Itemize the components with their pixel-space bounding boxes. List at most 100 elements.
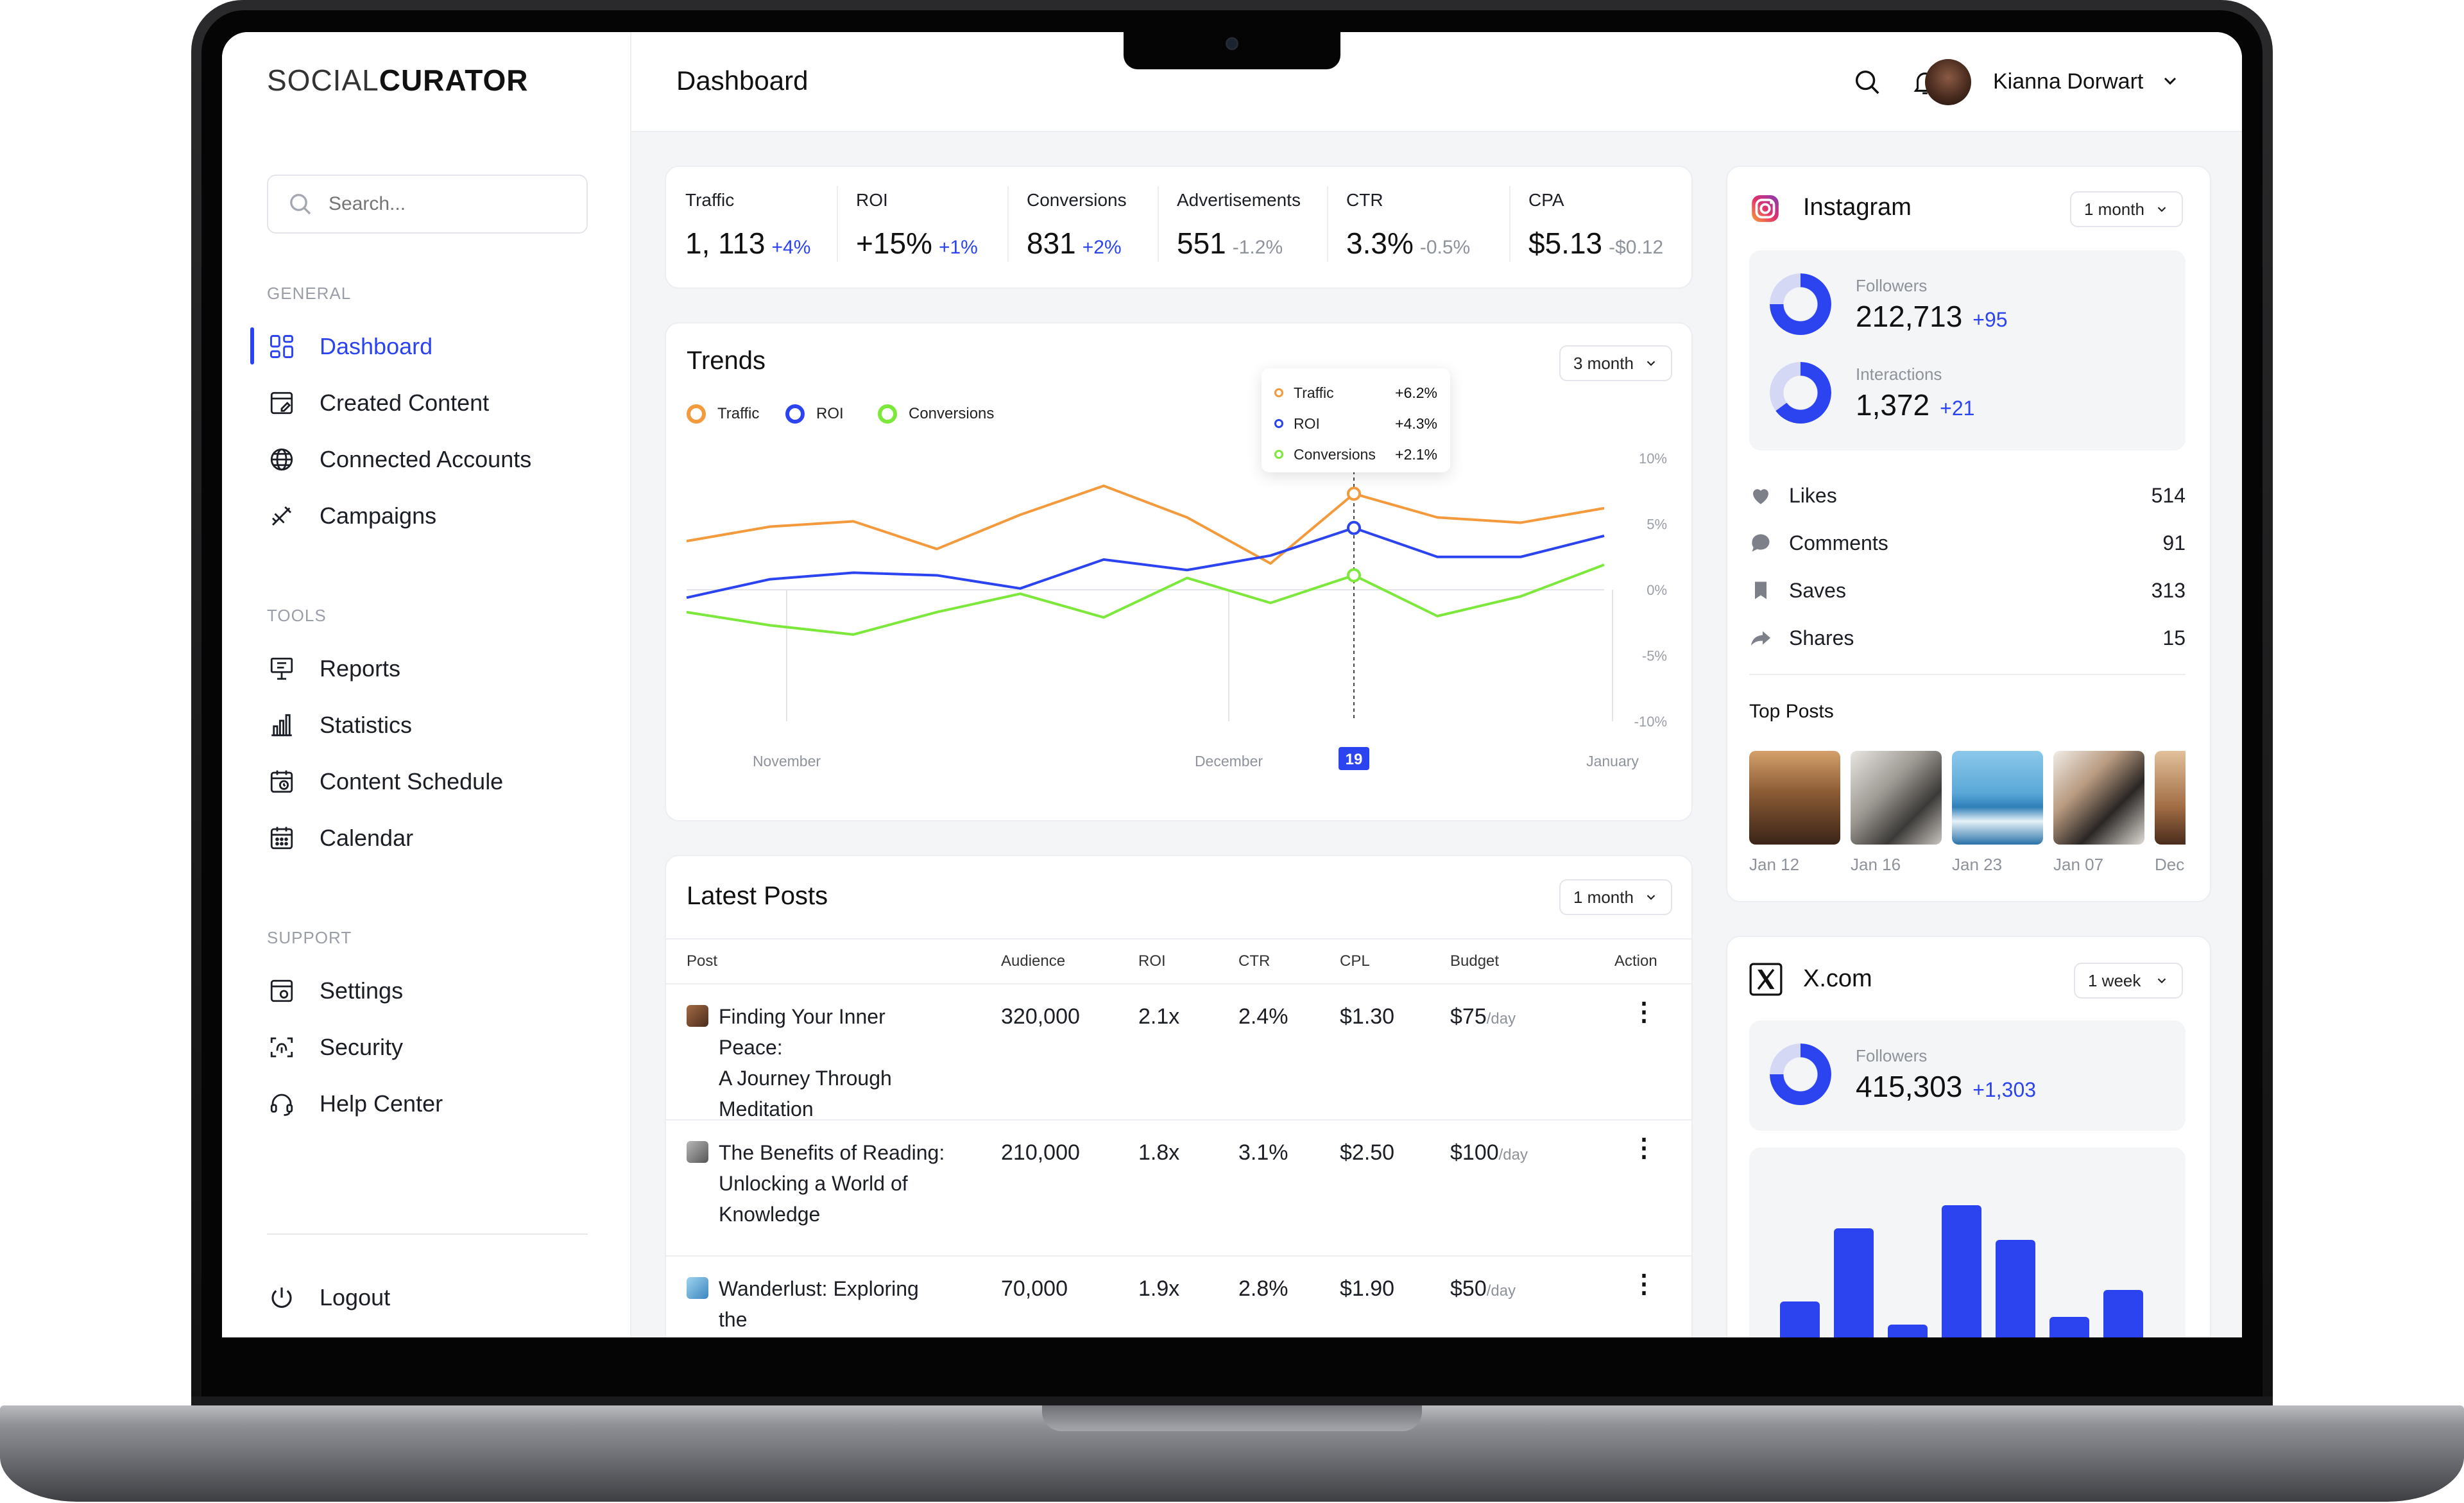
bookmark-icon xyxy=(1755,581,1767,599)
search-icon xyxy=(290,194,311,215)
y-tick-label: 5% xyxy=(1647,517,1667,533)
post-title[interactable]: Wanderlust: Exploring the World Within xyxy=(719,1273,950,1337)
xcom-bar-chart xyxy=(1749,1147,2186,1337)
globe-icon xyxy=(267,445,296,474)
avatar[interactable] xyxy=(1925,59,1971,105)
more-options-icon[interactable]: ⋮ xyxy=(1631,997,1657,1027)
top-post-thumbnail[interactable] xyxy=(1851,751,1942,845)
search-box[interactable] xyxy=(267,175,588,234)
tooltip-label: Conversions xyxy=(1294,445,1376,463)
active-indicator xyxy=(250,327,254,365)
tooltip-row-roi: ROI +4.3% xyxy=(1274,408,1437,439)
sidebar-item-reports[interactable]: Reports xyxy=(267,649,400,688)
row-divider xyxy=(666,1255,1691,1257)
sidebar-item-created-content[interactable]: Created Content xyxy=(267,384,489,422)
sidebar-item-content-schedule[interactable]: Content Schedule xyxy=(267,762,503,801)
column-audience[interactable]: Audience xyxy=(1001,952,1065,970)
followers-label: Followers xyxy=(1856,1046,1928,1065)
series-line-traffic xyxy=(686,485,1605,565)
post-title[interactable]: Finding Your Inner Peace: A Journey Throu… xyxy=(719,1001,950,1124)
column-ctr[interactable]: CTR xyxy=(1238,952,1270,970)
chevron-down-icon[interactable] xyxy=(2160,71,2180,91)
kpi-label: Advertisements xyxy=(1177,190,1301,210)
sidebar-item-settings[interactable]: Settings xyxy=(267,972,403,1010)
bar[interactable] xyxy=(1834,1228,1874,1337)
schedule-icon xyxy=(267,767,296,796)
top-post-thumbnail[interactable] xyxy=(1749,751,1840,845)
top-post-thumbnail[interactable] xyxy=(2053,751,2144,845)
fingerprint-icon xyxy=(267,1033,296,1062)
kpi-number: 3.3% xyxy=(1346,227,1414,260)
bar[interactable] xyxy=(1780,1301,1820,1337)
kpi-advertisements[interactable]: Advertisements 551 -1.2% xyxy=(1177,190,1301,261)
sidebar-item-label: Calendar xyxy=(320,825,414,851)
bar[interactable] xyxy=(1942,1205,1981,1337)
post-title-line: Knowledge xyxy=(719,1203,821,1226)
logout-button[interactable]: Logout xyxy=(267,1278,390,1317)
sidebar-item-security[interactable]: Security xyxy=(267,1028,403,1067)
tooltip-label: ROI xyxy=(1294,415,1320,432)
followers-value: 212,713 +95 xyxy=(1856,299,2008,334)
tooltip-label: Traffic xyxy=(1294,384,1334,401)
budget-value: $75 xyxy=(1450,1004,1487,1029)
kpi-traffic[interactable]: Traffic 1, 113 +4% xyxy=(685,190,810,261)
tooltip-row-traffic: Traffic +6.2% xyxy=(1274,377,1437,408)
budget-value: $100 xyxy=(1450,1140,1499,1165)
post-title[interactable]: The Benefits of Reading: Unlocking a Worl… xyxy=(719,1137,950,1230)
instagram-range-dropdown[interactable]: 1 month xyxy=(2070,191,2183,227)
top-post-date: Jan 23 xyxy=(1952,855,2003,874)
engagement-divider xyxy=(1749,674,2186,675)
column-post[interactable]: Post xyxy=(687,952,717,970)
posts-range-dropdown[interactable]: 1 month xyxy=(1559,879,1672,915)
kpi-cpa[interactable]: CPA $5.13 -$0.12 xyxy=(1528,190,1663,261)
sidebar-item-dashboard[interactable]: Dashboard xyxy=(267,327,432,366)
followers-delta: +1,303 xyxy=(1972,1078,2037,1101)
table-row[interactable]: Wanderlust: Exploring the World Within 70,… xyxy=(666,1260,1691,1337)
kpi-conversions[interactable]: Conversions 831 +2% xyxy=(1027,190,1127,261)
bar[interactable] xyxy=(1888,1325,1928,1337)
kpi-roi[interactable]: ROI +15% +1% xyxy=(856,190,978,261)
bar[interactable] xyxy=(1996,1240,2035,1337)
instagram-title: Instagram xyxy=(1803,194,1912,221)
kpi-label: CPA xyxy=(1528,190,1564,210)
trends-card: Trends 3 month Traffic ROI Conversions 1… xyxy=(665,322,1693,821)
cpl-cell: $1.90 xyxy=(1340,1276,1395,1301)
column-roi[interactable]: ROI xyxy=(1138,952,1166,970)
app-logo[interactable]: SOCIALCURATOR xyxy=(267,63,528,98)
more-options-icon[interactable]: ⋮ xyxy=(1631,1133,1657,1163)
trends-chart[interactable]: 10% 5% 0% -5% -10% November December January 19 xyxy=(666,323,1693,821)
y-tick-label: -5% xyxy=(1642,648,1667,664)
sidebar-item-campaigns[interactable]: Campaigns xyxy=(267,497,436,535)
kpi-delta: +4% xyxy=(771,237,811,258)
comment-icon xyxy=(1752,534,1770,552)
kpi-ctr[interactable]: CTR 3.3% -0.5% xyxy=(1346,190,1470,261)
more-options-icon[interactable]: ⋮ xyxy=(1631,1269,1657,1299)
user-name[interactable]: Kianna Dorwart xyxy=(1993,69,2143,94)
top-post-thumbnail[interactable] xyxy=(1952,751,2043,845)
chevron-down-icon xyxy=(2157,207,2166,212)
sidebar-item-calendar[interactable]: Calendar xyxy=(267,819,413,857)
tooltip-marker xyxy=(1274,388,1283,397)
top-post-thumbnail[interactable] xyxy=(2155,751,2186,845)
data-point-traffic xyxy=(1347,486,1361,501)
sidebar-item-connected-accounts[interactable]: Connected Accounts xyxy=(267,440,531,479)
search-icon[interactable] xyxy=(1851,65,1884,99)
budget-value: $50 xyxy=(1450,1276,1487,1301)
sidebar-item-help-center[interactable]: Help Center xyxy=(267,1085,443,1123)
column-cpl[interactable]: CPL xyxy=(1340,952,1370,970)
table-row[interactable]: The Benefits of Reading: Unlocking a Worl… xyxy=(666,1124,1691,1259)
bar[interactable] xyxy=(2103,1290,2143,1337)
top-post-date: Jan 07 xyxy=(2053,855,2104,874)
kpi-value: +15% +1% xyxy=(856,226,978,261)
engagement-label: Shares xyxy=(1789,626,1854,649)
column-budget[interactable]: Budget xyxy=(1450,952,1499,970)
bar[interactable] xyxy=(2049,1317,2089,1337)
search-input[interactable] xyxy=(329,193,560,215)
sidebar-item-statistics[interactable]: Statistics xyxy=(267,706,412,744)
dropdown-value: 1 week xyxy=(2088,970,2141,990)
table-row[interactable]: Finding Your Inner Peace: A Journey Throu… xyxy=(666,988,1691,1123)
kpi-divider xyxy=(1509,186,1510,262)
kpi-delta: +1% xyxy=(938,237,978,258)
xcom-range-dropdown[interactable]: 1 week xyxy=(2074,963,2183,999)
chevron-down-icon xyxy=(1647,895,1656,900)
